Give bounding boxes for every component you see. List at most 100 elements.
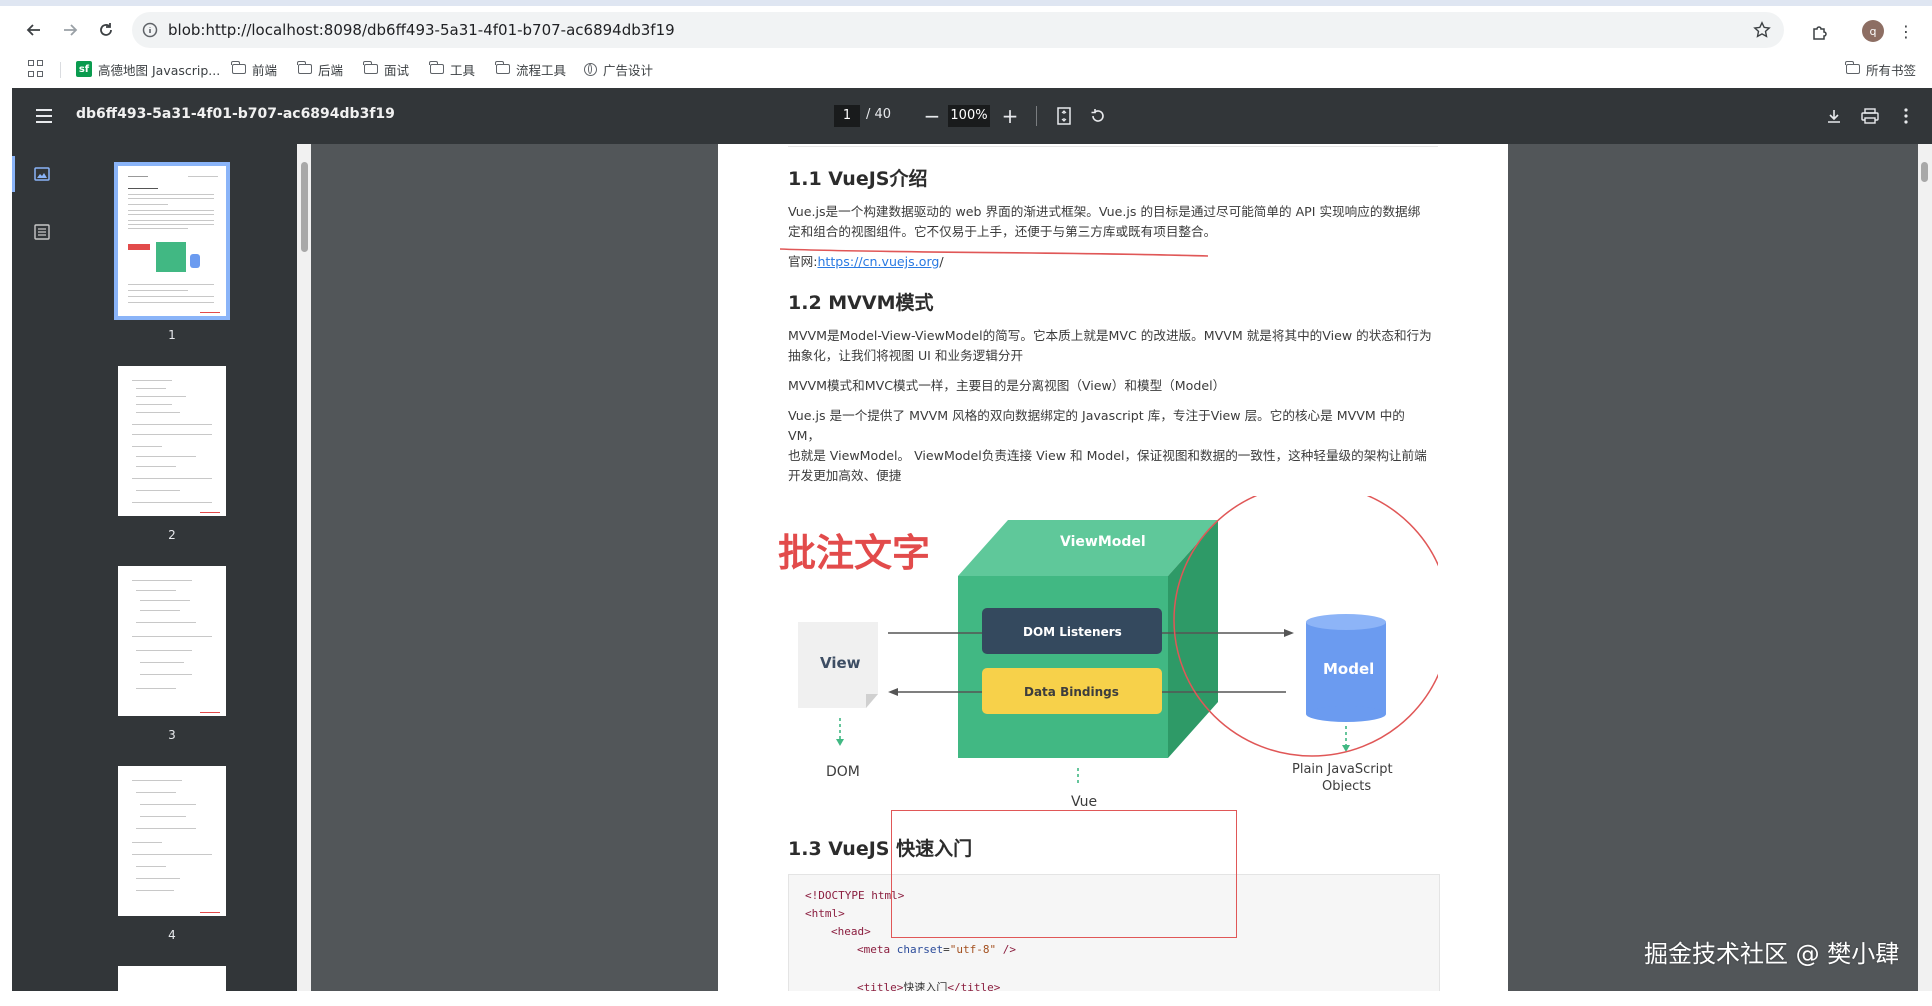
browser-chrome: blob:http://localhost:8098/db6ff493-5a31… [0, 0, 1932, 88]
back-button[interactable] [18, 14, 50, 46]
page-thumbnail-1[interactable] [118, 166, 226, 316]
dom-listeners-label: DOM Listeners [1023, 625, 1122, 639]
all-bookmarks[interactable]: 所有书签 [1845, 58, 1917, 80]
model-cylinder-bottom [1306, 706, 1386, 722]
tab-strip [0, 0, 1932, 6]
paragraph-mvvm-3: Vue.js 是一个提供了 MVVM 风格的双向数据绑定的 Javascript… [788, 406, 1438, 486]
folder-icon [429, 61, 444, 74]
forward-arrow-icon [64, 24, 78, 36]
page-thumbnail-2[interactable] [118, 366, 226, 516]
site-info-icon[interactable] [140, 20, 160, 40]
bookmark-gaode-map[interactable]: sf 高德地图 Javascrip... [76, 58, 220, 80]
navigation-row: blob:http://localhost:8098/db6ff493-5a31… [0, 8, 1932, 52]
bookmark-folder-frontend[interactable]: 前端 [231, 58, 277, 80]
bookmark-star-icon[interactable] [1750, 18, 1774, 42]
url-text[interactable]: blob:http://localhost:8098/db6ff493-5a31… [168, 21, 675, 39]
model-cylinder-top [1306, 614, 1386, 630]
bookmark-label: 工具 [450, 62, 476, 78]
mvvm-diagram: 批注文字 ViewModel View DOM Listeners Data B… [778, 496, 1438, 791]
page-scrollbar[interactable] [1918, 144, 1932, 991]
bookmark-label: 高德地图 Javascrip... [98, 62, 221, 78]
bookmark-label: 流程工具 [516, 62, 567, 78]
active-indicator [12, 156, 15, 192]
page-thumbnail-5[interactable] [118, 966, 226, 1006]
reload-button[interactable] [90, 14, 122, 46]
model-label: Model [1323, 660, 1374, 678]
globe-icon [584, 62, 597, 76]
page-scrollbar-thumb[interactable] [1921, 162, 1928, 182]
pdf-toolbar: db6ff493-5a31-4f01-b707-ac6894db3f19 1 /… [12, 88, 1932, 144]
viewmodel-label: ViewModel [1060, 534, 1146, 550]
bookmark-ad-design[interactable]: 广告设计 [584, 58, 653, 80]
official-site-line: 官网:https://cn.vuejs.org/ [788, 252, 1438, 272]
annotation-text: 批注文字 [778, 531, 930, 575]
paragraph-mvvm-2: MVVM模式和MVC模式一样，主要目的是分离视图（View）和模型（Model） [788, 378, 1226, 393]
fit-page-icon[interactable] [1052, 104, 1076, 128]
sidebar-menu-icon[interactable] [32, 104, 56, 128]
sidebar-rail [12, 144, 68, 991]
code-tag: <title> [857, 981, 904, 991]
text-line: 开发更加高效、便捷 [788, 468, 902, 483]
page-thumbnail-4[interactable] [118, 766, 226, 916]
bookmark-folder-interview[interactable]: 面试 [363, 58, 410, 80]
pdf-page-area: 1.1 VueJS介绍 Vue.js是一个构建数据驱动的 web 界面的渐进式框… [311, 144, 1932, 991]
bookmark-label: 面试 [384, 62, 410, 78]
more-options-kebab-icon[interactable] [1894, 104, 1918, 128]
folder-icon [1845, 61, 1860, 74]
code-attr: charset [896, 943, 944, 956]
vuejs-site-link[interactable]: https://cn.vuejs.org [817, 254, 939, 269]
bookmark-folder-tools[interactable]: 工具 [429, 58, 476, 80]
heading-vuejs-intro: 1.1 VueJS介绍 [788, 168, 928, 190]
code-line-2: <html> [805, 907, 845, 920]
all-bookmarks-label: 所有书签 [1866, 62, 1917, 78]
text-line: MVVM是Model-View-ViewModel的简写。它本质上就是MVC 的… [788, 328, 1432, 343]
bookmarks-separator [60, 62, 61, 78]
document-outline-icon[interactable] [32, 222, 52, 242]
code-line-5: <title>快速入门</title> [857, 979, 1000, 991]
code-value: "utf-8" [949, 943, 997, 956]
folder-icon [297, 61, 312, 74]
thumbnail-page-number: 1 [168, 328, 176, 342]
rotate-icon[interactable] [1086, 104, 1110, 128]
site-label: 官网: [788, 254, 818, 269]
pdf-viewer: db6ff493-5a31-4f01-b707-ac6894db3f19 1 /… [12, 88, 1932, 1006]
heading-mvvm: 1.2 MVVM模式 [788, 292, 934, 314]
folder-icon [363, 61, 378, 74]
text-line: Vue.js是一个构建数据驱动的 web 界面的渐进式框架。Vue.js 的目标… [788, 204, 1421, 219]
zoom-out-minus-icon[interactable]: − [920, 104, 944, 128]
code-line-4: <meta charset="utf-8" /> [857, 943, 1016, 956]
bookmark-folder-flow-tools[interactable]: 流程工具 [495, 58, 567, 80]
sidebar-scrollbar[interactable] [297, 144, 311, 991]
address-bar[interactable]: blob:http://localhost:8098/db6ff493-5a31… [132, 12, 1784, 48]
forward-button[interactable] [54, 14, 86, 46]
sidebar-scrollbar-thumb[interactable] [301, 162, 308, 252]
zoom-in-plus-icon[interactable]: + [998, 104, 1022, 128]
dom-label: DOM [826, 764, 860, 780]
paragraph-mvvm-1: MVVM是Model-View-ViewModel的简写。它本质上就是MVC 的… [788, 326, 1438, 366]
thumbnail-view-image-icon[interactable] [32, 164, 52, 184]
text-line: 抽象化，让我们将视图 UI 和业务逻辑分开 [788, 348, 1024, 363]
red-rectangle-annotation [891, 810, 1237, 938]
paragraph-vuejs-intro: Vue.js是一个构建数据驱动的 web 界面的渐进式框架。Vue.js 的目标… [788, 202, 1438, 242]
zoom-level-input[interactable]: 100% [948, 105, 990, 127]
watermark: 掘金技术社区 @ 樊小肆 [1644, 940, 1900, 968]
thumbnail-page-number: 2 [168, 528, 176, 542]
bookmarks-bar: sf 高德地图 Javascrip... 前端 后端 面试 工具 流程工具 广告… [0, 52, 1932, 84]
folder-icon [231, 61, 246, 74]
thumbnail-sidebar: 1 2 3 4 [12, 144, 297, 1006]
pdf-page: 1.1 VueJS介绍 Vue.js是一个构建数据驱动的 web 界面的渐进式框… [718, 144, 1508, 991]
code-tag-close: /> [996, 943, 1016, 956]
print-icon[interactable] [1858, 104, 1882, 128]
bookmark-folder-backend[interactable]: 后端 [297, 58, 343, 80]
extensions-puzzle-icon[interactable] [1806, 18, 1834, 46]
site-suffix: / [939, 254, 944, 269]
page-thumbnail-3[interactable] [118, 566, 226, 716]
profile-avatar[interactable]: q [1862, 20, 1884, 42]
page-number-input[interactable]: 1 [834, 105, 860, 127]
chrome-menu-kebab-icon[interactable]: ⋮ [1896, 20, 1916, 42]
apps-grid-icon[interactable] [28, 60, 46, 78]
download-icon[interactable] [1822, 104, 1846, 128]
plain-js-label-1: Plain JavaScript [1292, 762, 1393, 777]
text-line: 定和组合的视图组件。它不仅易于上手，还便于与第三方库或既有项目整合。 [788, 224, 1217, 239]
code-tag: <meta [857, 943, 897, 956]
